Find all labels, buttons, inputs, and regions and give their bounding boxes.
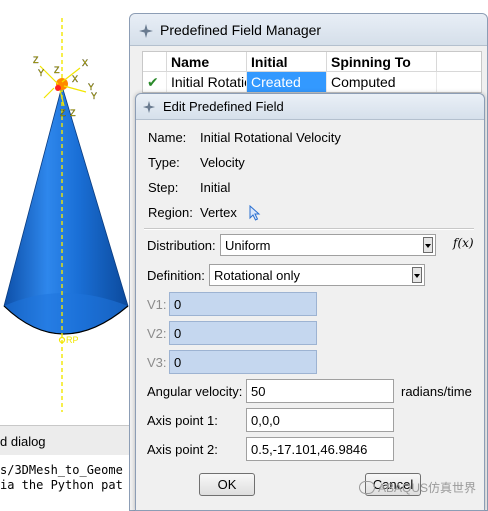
v3-label: V3: xyxy=(147,355,167,370)
axis-point-2-label: Axis point 2: xyxy=(147,442,218,457)
info-value: Vertex xyxy=(200,205,237,220)
chevron-down-icon[interactable] xyxy=(412,267,422,283)
info-label: Name: xyxy=(148,130,187,145)
cone-model: Z X Y Z Y Z Y X Z RP xyxy=(3,18,129,412)
table-header: Name Initial Spinning To xyxy=(143,52,481,72)
table-row[interactable]: ✔ Initial Rotatic Created Computed xyxy=(143,72,481,92)
info-name-row: Name: Initial Rotational Velocity xyxy=(148,130,341,145)
info-region-row: Region: Vertex xyxy=(148,205,237,220)
axis-label: Z xyxy=(33,55,39,65)
edit-dialog-title: Edit Predefined Field xyxy=(163,99,284,114)
chat-bubble-icon xyxy=(358,481,375,494)
watermark-text: ABAQUS仿真世界 xyxy=(377,481,476,495)
column-header-initial[interactable]: Initial xyxy=(247,52,327,72)
info-label: Type: xyxy=(148,155,180,170)
axis-label: X xyxy=(82,58,88,68)
select-region-arrow-icon[interactable] xyxy=(248,205,262,221)
v2-label: V2: xyxy=(147,326,167,341)
abaqus-logo-icon xyxy=(142,100,156,114)
chevron-down-icon[interactable] xyxy=(423,237,433,253)
watermark: ABAQUS仿真世界 xyxy=(358,479,476,496)
prompt-text: d dialog xyxy=(0,434,46,449)
rp-label: RP xyxy=(66,335,79,345)
v1-field[interactable]: 0 xyxy=(169,292,317,316)
info-value: Velocity xyxy=(200,155,245,170)
abaqus-logo-icon xyxy=(139,24,153,38)
prompt-area: d dialog xyxy=(0,425,135,455)
axis-label: Z xyxy=(54,65,60,75)
axis-label: Z xyxy=(60,108,66,118)
message-console[interactable]: s/3DMesh_to_Geome ia the Python pat xyxy=(0,455,135,511)
info-label: Region: xyxy=(148,205,193,220)
ok-button[interactable]: OK xyxy=(199,473,255,496)
edit-dialog-title-bar[interactable]: Edit Predefined Field xyxy=(136,94,484,120)
axis-point-1-field[interactable]: 0,0,0 xyxy=(246,408,394,432)
row-spinning-status[interactable]: Computed xyxy=(327,72,437,92)
manager-title-bar[interactable]: Predefined Field Manager xyxy=(130,14,487,46)
model-viewport[interactable]: Z X Y Z Y Z Y X Z RP xyxy=(0,0,135,425)
v2-field[interactable]: 0 xyxy=(169,321,317,345)
distribution-label: Distribution: xyxy=(147,238,216,253)
definition-label: Definition: xyxy=(147,268,205,283)
distribution-value: Uniform xyxy=(225,238,271,253)
info-label: Step: xyxy=(148,180,179,195)
fx-button[interactable]: f(x) xyxy=(453,236,474,250)
active-check-icon[interactable]: ✔ xyxy=(143,72,167,92)
axis-point-1-label: Axis point 1: xyxy=(147,413,218,428)
definition-value: Rotational only xyxy=(214,268,300,283)
axis-label: X xyxy=(72,74,78,84)
manager-title: Predefined Field Manager xyxy=(160,22,322,38)
info-type-row: Type: Velocity xyxy=(148,155,245,170)
v3-field[interactable]: 0 xyxy=(169,350,317,374)
edit-predefined-field-dialog: Edit Predefined Field Name: Initial Rotat… xyxy=(135,93,485,511)
predefined-field-table: Name Initial Spinning To ✔ Initial Rotat… xyxy=(142,51,482,93)
definition-select[interactable]: Rotational only xyxy=(209,264,425,286)
v1-label: V1: xyxy=(147,297,167,312)
column-header-spinning[interactable]: Spinning To xyxy=(327,52,437,72)
angular-velocity-label: Angular velocity: xyxy=(147,384,243,399)
column-header-name[interactable]: Name xyxy=(167,52,247,72)
console-line: ia the Python pat xyxy=(0,478,123,492)
axis-point-2-field[interactable]: 0.5,-17.101,46.9846 xyxy=(246,437,394,461)
row-name[interactable]: Initial Rotatic xyxy=(167,72,247,92)
console-line: s/3DMesh_to_Geome xyxy=(0,463,123,477)
info-value: Initial Rotational Velocity xyxy=(200,130,341,145)
info-step-row: Step: Initial xyxy=(148,180,230,195)
row-initial-status[interactable]: Created xyxy=(247,72,327,92)
axis-label: Y xyxy=(38,68,44,78)
distribution-select[interactable]: Uniform xyxy=(220,234,436,256)
angular-velocity-field[interactable]: 50 xyxy=(246,379,394,403)
info-value: Initial xyxy=(200,180,231,195)
angular-velocity-unit: radians/time xyxy=(401,384,472,399)
divider xyxy=(144,228,474,230)
axis-label: Z xyxy=(70,108,76,118)
axis-label: Y xyxy=(91,91,97,101)
